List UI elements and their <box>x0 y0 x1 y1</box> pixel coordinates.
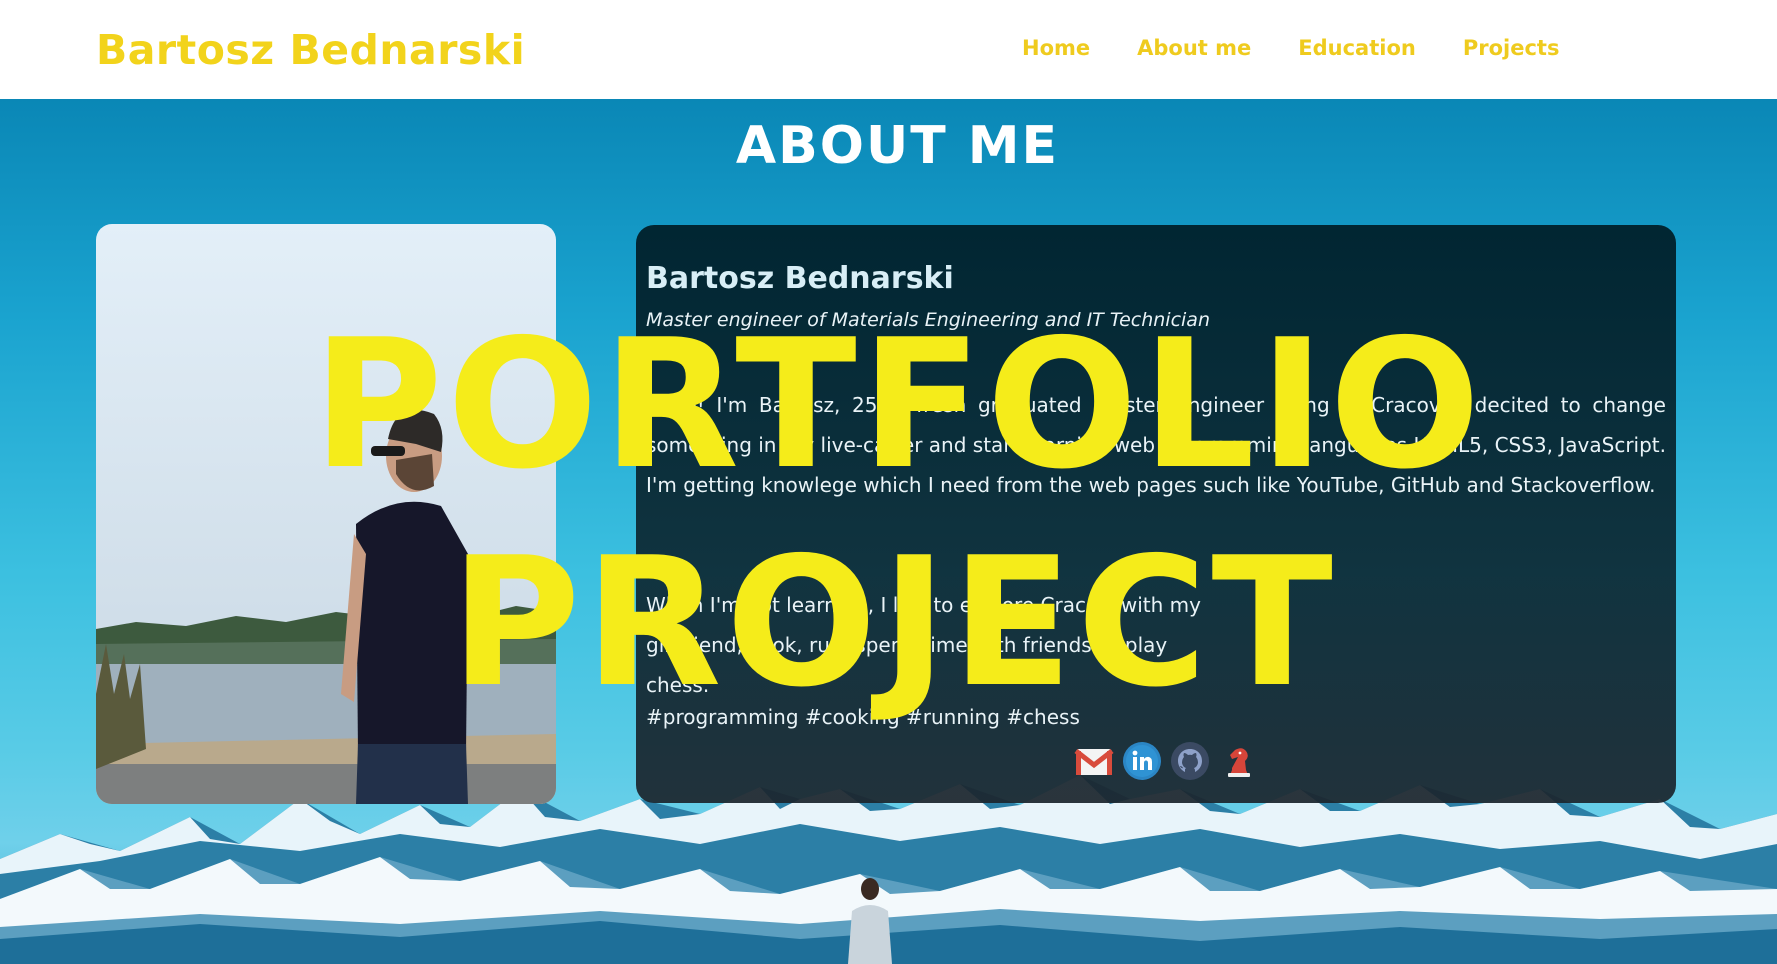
chess-knight-icon[interactable] <box>1218 741 1258 781</box>
about-info-card: Bartosz Bednarski Master engineer of Mat… <box>636 225 1676 803</box>
hero-section: ABOUT ME Bartosz Bednarski Master engine… <box>0 99 1777 964</box>
social-links <box>1074 741 1258 781</box>
nav-home[interactable]: Home <box>1022 36 1090 60</box>
nav-projects[interactable]: Projects <box>1463 36 1560 60</box>
hobby-tags: #programming #cooking #running #chess <box>646 705 1080 729</box>
nav-education[interactable]: Education <box>1298 36 1416 60</box>
profile-photo <box>96 224 556 804</box>
section-title: ABOUT ME <box>735 116 1060 176</box>
nav-about-me[interactable]: About me <box>1137 36 1251 60</box>
nav-links: Home About me Education Projects <box>1022 36 1559 60</box>
linkedin-icon[interactable] <box>1122 741 1162 781</box>
gmail-icon[interactable] <box>1074 741 1114 781</box>
profile-subtitle: Master engineer of Materials Engineering… <box>646 309 1210 331</box>
github-icon[interactable] <box>1170 741 1210 781</box>
profile-name: Bartosz Bednarski <box>646 261 954 296</box>
brand-logo[interactable]: Bartosz Bednarski <box>96 26 525 74</box>
about-paragraph-intro: Hello! I'm Bartosz, 25 y. fresh graduate… <box>646 393 1666 497</box>
navbar: Bartosz Bednarski Home About me Educatio… <box>0 0 1777 99</box>
about-paragraph-hobbies: When I'm not learning, I like to explore… <box>646 593 1201 697</box>
